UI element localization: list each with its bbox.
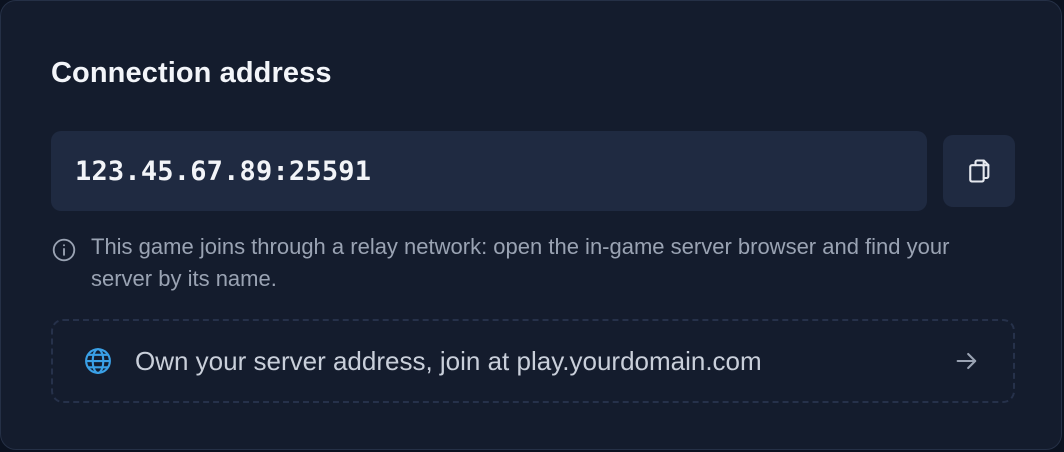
- arrow-right-icon: [956, 352, 977, 370]
- custom-domain-promo-link[interactable]: Own your server address, join at play.yo…: [51, 319, 1015, 403]
- card-title: Connection address: [51, 57, 332, 89]
- info-icon: [52, 238, 76, 262]
- copy-address-button[interactable]: [943, 135, 1015, 207]
- connection-address-value[interactable]: 123.45.67.89:25591: [75, 156, 371, 187]
- copy-icon: [969, 159, 990, 183]
- custom-domain-promo-text: Own your server address, join at play.yo…: [135, 345, 762, 376]
- connection-address-field[interactable]: 123.45.67.89:25591: [51, 131, 927, 211]
- globe-icon: [85, 348, 111, 374]
- relay-info-text: This game joins through a relay network:…: [91, 234, 950, 291]
- relay-info-note: This game joins through a relay network:…: [51, 231, 1011, 295]
- connection-address-card: Connection address 123.45.67.89:25591 Th…: [0, 0, 1062, 450]
